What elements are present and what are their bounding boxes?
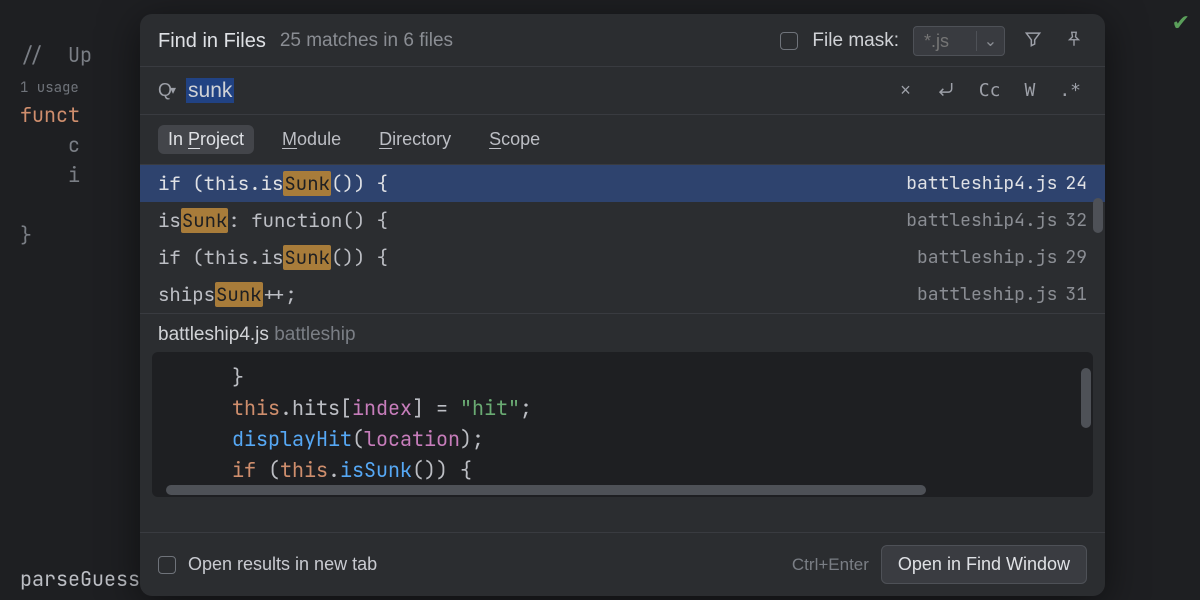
preview-scrollbar-horizontal[interactable] [166, 485, 926, 495]
regex-toggle[interactable]: .* [1053, 78, 1087, 103]
dialog-footer: Open results in new tab Ctrl+Enter Open … [140, 532, 1105, 596]
clear-search-icon[interactable]: × [894, 78, 917, 103]
dialog-titlebar: Find in Files 25 matches in 6 files File… [140, 14, 1105, 67]
whole-words-toggle[interactable]: W [1018, 78, 1041, 103]
inspection-ok-icon: ✔ [1172, 10, 1190, 36]
open-in-find-window-button[interactable]: Open in Find Window [881, 545, 1087, 584]
result-row[interactable]: isSunk: function() { battleship4.js32 [140, 202, 1105, 239]
preview-header: battleship4.js battleship [140, 313, 1105, 352]
filter-icon[interactable] [1019, 29, 1047, 54]
tab-directory[interactable]: Directory [369, 125, 461, 154]
search-row: Q▾ sunk × Cc W .* [140, 67, 1105, 115]
file-mask-input[interactable] [914, 31, 976, 52]
chevron-down-icon[interactable]: ⌄ [976, 31, 1004, 51]
results-list: if (this.isSunk()) { battleship4.js24 is… [140, 165, 1105, 313]
tab-scope[interactable]: Scope [479, 125, 550, 154]
file-mask-checkbox[interactable] [780, 32, 798, 50]
result-row[interactable]: if (this.isSunk()) { battleship.js29 [140, 239, 1105, 276]
result-row[interactable]: shipsSunk++; battleship.js31 [140, 276, 1105, 313]
scope-tabs: In Project Module Directory Scope [140, 115, 1105, 165]
match-case-toggle[interactable]: Cc [973, 78, 1007, 103]
tab-module[interactable]: Module [272, 125, 351, 154]
preview-scrollbar-vertical[interactable] [1081, 368, 1091, 428]
open-new-tab-label: Open results in new tab [188, 554, 377, 575]
shortcut-hint: Ctrl+Enter [792, 555, 869, 575]
results-scrollbar[interactable] [1093, 198, 1103, 233]
preview-pane[interactable]: } this.hits[index] = "hit"; displayHit(l… [152, 352, 1093, 497]
search-input[interactable]: sunk [186, 79, 882, 103]
tab-in-project[interactable]: In Project [158, 125, 254, 154]
find-in-files-dialog: Find in Files 25 matches in 6 files File… [140, 14, 1105, 596]
search-history-icon[interactable] [929, 77, 961, 104]
search-icon: Q▾ [158, 80, 174, 101]
pin-icon[interactable] [1061, 30, 1087, 53]
dialog-title: Find in Files [158, 30, 266, 53]
result-row[interactable]: if (this.isSunk()) { battleship4.js24 [140, 165, 1105, 202]
match-stats: 25 matches in 6 files [280, 30, 453, 52]
file-mask-label: File mask: [812, 30, 899, 52]
file-mask-combo[interactable]: ⌄ [913, 26, 1005, 56]
open-new-tab-checkbox[interactable] [158, 556, 176, 574]
